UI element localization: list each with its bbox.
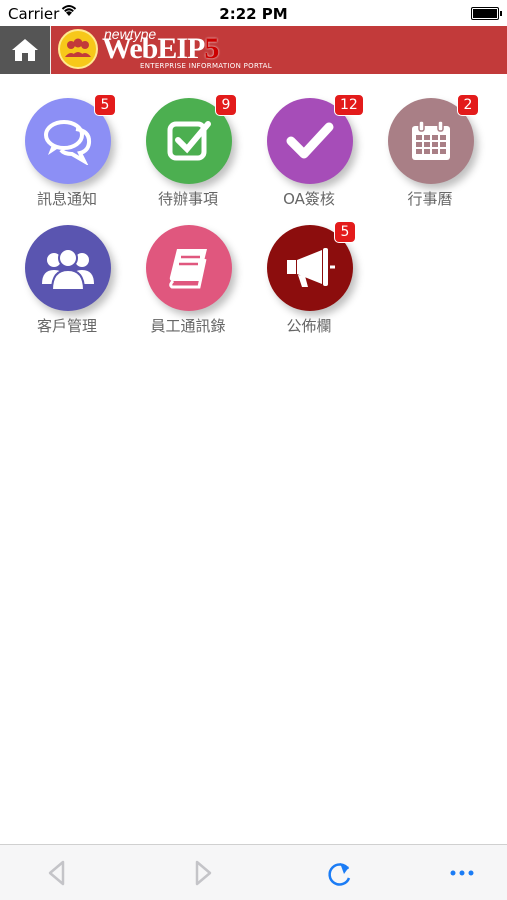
home-icon [12, 39, 38, 61]
more-button[interactable] [447, 859, 477, 887]
tile-label: 客戶管理 [36, 317, 97, 335]
more-icon [450, 870, 474, 876]
tile-bulletin[interactable]: 5 公佈欄 [254, 219, 364, 339]
tile-label: 待辦事項 [157, 190, 218, 208]
logo-people-icon [58, 29, 98, 69]
badge-messages: 5 [94, 94, 116, 116]
status-bar: Carrier 2:22 PM [0, 0, 507, 26]
tile-label: 訊息通知 [36, 190, 97, 208]
webeip-logo: newtype WebEIP5 ENTERPRISE INFORMATION P… [56, 26, 296, 74]
tile-calendar[interactable]: 2 行事曆 [375, 92, 485, 212]
back-button[interactable] [42, 859, 72, 887]
tile-label: 行事曆 [407, 190, 453, 208]
refresh-icon [328, 863, 351, 886]
clock: 2:22 PM [219, 5, 288, 23]
refresh-button[interactable] [325, 859, 355, 887]
badge-todo: 9 [215, 94, 237, 116]
tile-messages[interactable]: 5 訊息通知 [12, 92, 122, 212]
book-icon [146, 225, 232, 311]
tile-label: 員工通訊錄 [150, 317, 226, 335]
home-button[interactable] [0, 26, 51, 74]
back-icon [48, 860, 65, 886]
logo-subtitle: ENTERPRISE INFORMATION PORTAL [140, 62, 272, 70]
app-header: newtype WebEIP5 ENTERPRISE INFORMATION P… [0, 26, 507, 74]
tile-label: 公佈欄 [286, 317, 332, 335]
badge-calendar: 2 [457, 94, 479, 116]
battery-icon [471, 7, 502, 20]
tile-oa-approval[interactable]: 12 OA簽核 [254, 92, 364, 212]
forward-button[interactable] [188, 859, 218, 887]
badge-oa-approval: 12 [334, 94, 364, 116]
forward-icon [195, 860, 212, 886]
tile-label: OA簽核 [283, 190, 335, 208]
group-icon [25, 225, 111, 311]
tile-customers[interactable]: 客戶管理 [12, 219, 122, 339]
badge-bulletin: 5 [334, 221, 356, 243]
browser-toolbar [0, 844, 507, 900]
tile-directory[interactable]: 員工通訊錄 [133, 219, 243, 339]
tile-todo[interactable]: 9 待辦事項 [133, 92, 243, 212]
logo-main-text: WebEIP5 [102, 32, 219, 65]
